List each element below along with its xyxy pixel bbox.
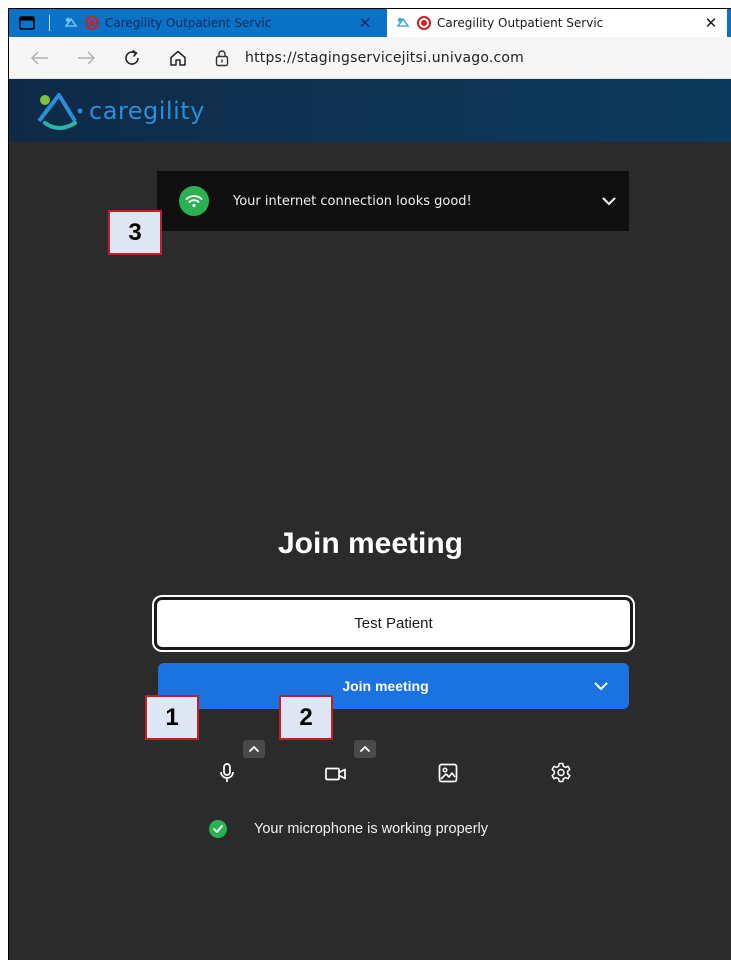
microphone-status-text: Your microphone is working properly bbox=[254, 821, 488, 837]
tab-separator bbox=[49, 15, 50, 31]
callout-3: 3 bbox=[108, 210, 162, 255]
join-meeting-label: Join meeting bbox=[342, 678, 429, 694]
chevron-down-icon bbox=[594, 682, 608, 690]
microphone-button[interactable] bbox=[213, 759, 241, 787]
tab-caregility-2[interactable]: Caregility Outpatient Servic ✕ bbox=[387, 9, 727, 37]
browser-window: Caregility Outpatient Servic ✕ Caregilit… bbox=[8, 8, 731, 960]
url-text: https://stagingservicejitsi.univago.com bbox=[245, 49, 524, 66]
wifi-icon bbox=[179, 186, 209, 216]
refresh-button[interactable] bbox=[113, 42, 151, 74]
back-icon bbox=[31, 50, 48, 65]
recording-icon bbox=[417, 16, 431, 30]
join-options-dropdown[interactable] bbox=[573, 682, 629, 691]
recording-icon bbox=[85, 16, 99, 30]
navigation-bar: https://stagingservicejitsi.univago.com bbox=[9, 37, 731, 79]
home-button[interactable] bbox=[159, 42, 197, 74]
lock-icon bbox=[215, 49, 229, 66]
forward-icon bbox=[78, 50, 95, 65]
prejoin-screen: Your internet connection looks good! 3 J… bbox=[9, 142, 731, 960]
tab-title: Caregility Outpatient Servic bbox=[105, 16, 272, 30]
callout-1: 1 bbox=[145, 695, 199, 740]
tab-actions-icon bbox=[19, 16, 35, 30]
close-tab-icon[interactable]: ✕ bbox=[703, 14, 719, 32]
tab-bar: Caregility Outpatient Servic ✕ Caregilit… bbox=[9, 9, 731, 37]
page-title: Join meeting bbox=[277, 527, 464, 560]
camera-icon bbox=[325, 767, 346, 781]
connection-status-text: Your internet connection looks good! bbox=[233, 193, 472, 209]
back-button[interactable] bbox=[21, 42, 59, 74]
virtual-background-button[interactable] bbox=[434, 759, 462, 787]
home-icon bbox=[170, 50, 186, 66]
callout-2: 2 bbox=[279, 695, 333, 740]
chevron-up-icon bbox=[249, 746, 259, 752]
tab-caregility-1[interactable]: Caregility Outpatient Servic ✕ bbox=[55, 9, 381, 37]
forward-button[interactable] bbox=[67, 42, 105, 74]
tab-title: Caregility Outpatient Servic bbox=[437, 16, 604, 30]
microphone-status: Your microphone is working properly bbox=[209, 820, 488, 838]
app-header: caregility bbox=[9, 79, 731, 142]
camera-button[interactable] bbox=[322, 761, 350, 787]
refresh-icon bbox=[125, 49, 139, 65]
caregility-logo-icon bbox=[37, 92, 83, 130]
connection-status-banner[interactable]: Your internet connection looks good! bbox=[157, 171, 629, 231]
close-tab-icon[interactable]: ✕ bbox=[357, 14, 373, 32]
display-name-input[interactable] bbox=[154, 597, 633, 650]
brand-name: caregility bbox=[89, 96, 205, 125]
camera-options-button[interactable] bbox=[354, 740, 376, 758]
address-bar[interactable]: https://stagingservicejitsi.univago.com bbox=[215, 42, 524, 74]
expand-details-button[interactable] bbox=[589, 197, 629, 206]
settings-icon bbox=[551, 762, 571, 783]
settings-button[interactable] bbox=[547, 759, 575, 787]
background-image-icon bbox=[438, 763, 458, 783]
chevron-down-icon bbox=[602, 197, 616, 205]
microphone-icon bbox=[220, 763, 234, 782]
join-meeting-button[interactable]: Join meeting bbox=[158, 663, 629, 709]
caregility-favicon-icon bbox=[396, 17, 410, 27]
microphone-options-button[interactable] bbox=[243, 740, 265, 758]
caregility-favicon-icon bbox=[64, 17, 78, 27]
tab-actions-button[interactable] bbox=[9, 9, 55, 37]
check-circle-icon bbox=[209, 820, 227, 838]
chevron-up-icon bbox=[360, 746, 370, 752]
